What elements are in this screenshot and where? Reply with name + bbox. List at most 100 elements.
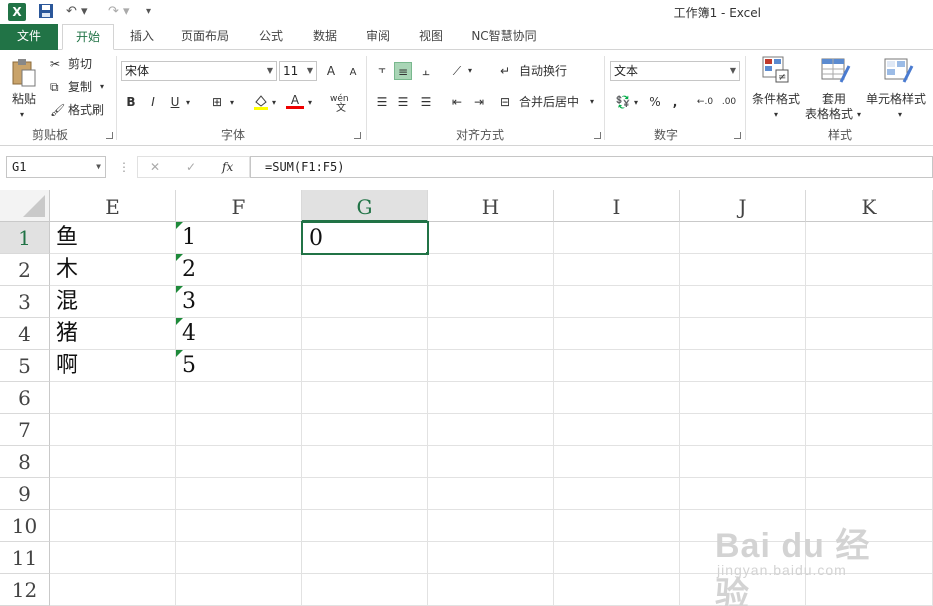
cell-i8[interactable] [554, 446, 680, 478]
cell-h8[interactable] [428, 446, 554, 478]
cell-h5[interactable] [428, 350, 554, 382]
cell-g10[interactable] [302, 510, 428, 542]
cell-g3[interactable] [302, 286, 428, 318]
cell-g12[interactable] [302, 574, 428, 606]
percent-button[interactable]: % [646, 93, 664, 111]
row-header-6[interactable]: 6 [0, 382, 50, 414]
font-color-dropdown-icon[interactable]: ▾ [308, 94, 312, 112]
alignment-launcher-icon[interactable] [594, 132, 601, 139]
cell-h4[interactable] [428, 318, 554, 350]
borders-icon[interactable]: ⊞ [208, 93, 226, 111]
currency-dropdown-icon[interactable]: ▾ [634, 94, 638, 112]
cell-g9[interactable] [302, 478, 428, 510]
fill-color-icon[interactable] [252, 93, 270, 111]
cell-f9[interactable] [176, 478, 302, 510]
tab-view[interactable]: 视图 [408, 24, 454, 50]
font-color-button[interactable]: A [286, 91, 304, 109]
cell-j2[interactable] [680, 254, 806, 286]
cell-e12[interactable] [50, 574, 176, 606]
conditional-format-icon[interactable]: ≠ [762, 56, 790, 89]
clipboard-launcher-icon[interactable] [106, 132, 113, 139]
cancel-icon[interactable]: ✕ [150, 158, 160, 176]
row-header-2[interactable]: 2 [0, 254, 50, 286]
underline-button[interactable]: U [166, 93, 184, 111]
cell-e5[interactable]: 啊 [50, 350, 176, 382]
cell-h1[interactable] [428, 222, 554, 254]
cell-e3[interactable]: 混 [50, 286, 176, 318]
number-format-combo[interactable]: 文本 ▼ [610, 61, 740, 81]
wrap-text-icon[interactable]: ↵ [500, 62, 510, 80]
cell-e8[interactable] [50, 446, 176, 478]
conditional-dropdown-icon[interactable]: ▾ [774, 106, 778, 124]
cell-e9[interactable] [50, 478, 176, 510]
tab-insert[interactable]: 插入 [118, 24, 166, 50]
cell-k3[interactable] [806, 286, 933, 318]
cell-i6[interactable] [554, 382, 680, 414]
enter-icon[interactable]: ✓ [186, 158, 196, 176]
column-header-g[interactable]: G [302, 190, 428, 222]
borders-dropdown-icon[interactable]: ▾ [230, 94, 234, 112]
align-top-icon[interactable]: ⫟ [373, 60, 391, 78]
orientation-dropdown-icon[interactable]: ▾ [468, 62, 472, 80]
copy-button[interactable]: 复制 [68, 78, 92, 96]
italic-button[interactable]: I [144, 93, 162, 111]
paste-icon[interactable] [10, 58, 38, 93]
row-header-5[interactable]: 5 [0, 350, 50, 382]
cell-j9[interactable] [680, 478, 806, 510]
merge-center-button[interactable]: 合并后居中 [519, 93, 579, 111]
cell-e7[interactable] [50, 414, 176, 446]
column-header-f[interactable]: F [176, 190, 302, 222]
cell-k7[interactable] [806, 414, 933, 446]
cell-f2[interactable]: 2 [176, 254, 302, 286]
cell-g1-active[interactable]: 0 [301, 221, 429, 255]
column-header-i[interactable]: I [554, 190, 680, 222]
cut-icon[interactable]: ✂ [50, 55, 60, 73]
cell-f6[interactable] [176, 382, 302, 414]
cell-styles-icon[interactable] [884, 56, 914, 89]
number-launcher-icon[interactable] [734, 132, 741, 139]
tab-formulas[interactable]: 公式 [248, 24, 294, 50]
format-as-table-button[interactable]: 表格格式 [805, 105, 853, 123]
row-header-7[interactable]: 7 [0, 414, 50, 446]
format-painter-icon[interactable]: 🖌 [50, 101, 65, 119]
row-header-4[interactable]: 4 [0, 318, 50, 350]
cell-j8[interactable] [680, 446, 806, 478]
select-all-button[interactable] [0, 190, 50, 222]
grow-font-button[interactable]: A [322, 62, 340, 80]
tab-home[interactable]: 开始 [62, 24, 114, 50]
phonetic-icon[interactable]: 文 [336, 100, 346, 118]
cell-g2[interactable] [302, 254, 428, 286]
column-header-j[interactable]: J [680, 190, 806, 222]
shrink-font-button[interactable]: A [344, 64, 362, 82]
tab-file[interactable]: 文件 [0, 24, 58, 50]
cell-i11[interactable] [554, 542, 680, 574]
row-header-8[interactable]: 8 [0, 446, 50, 478]
decrease-indent-icon[interactable]: ⇤ [448, 93, 466, 111]
cell-f3[interactable]: 3 [176, 286, 302, 318]
cell-k5[interactable] [806, 350, 933, 382]
fill-handle[interactable] [425, 251, 427, 253]
cell-f11[interactable] [176, 542, 302, 574]
align-center-icon[interactable]: ☰ [394, 93, 412, 111]
cell-i10[interactable] [554, 510, 680, 542]
format-as-table-icon[interactable] [821, 56, 851, 89]
cell-i7[interactable] [554, 414, 680, 446]
orientation-icon[interactable]: ⟋ [448, 62, 466, 80]
cell-g5[interactable] [302, 350, 428, 382]
cell-k6[interactable] [806, 382, 933, 414]
cell-f1[interactable]: 1 [176, 222, 302, 254]
merge-center-icon[interactable]: ⊟ [500, 93, 510, 111]
tab-page-layout[interactable]: 页面布局 [172, 24, 238, 50]
cell-e11[interactable] [50, 542, 176, 574]
name-box[interactable]: G1 ▼ [6, 156, 106, 178]
cell-f7[interactable] [176, 414, 302, 446]
insert-function-icon[interactable]: fx [222, 158, 233, 176]
cell-k4[interactable] [806, 318, 933, 350]
cell-k1[interactable] [806, 222, 933, 254]
cell-h12[interactable] [428, 574, 554, 606]
cell-j1[interactable] [680, 222, 806, 254]
row-header-3[interactable]: 3 [0, 286, 50, 318]
cell-e1[interactable]: 鱼 [50, 222, 176, 254]
column-header-e[interactable]: E [50, 190, 176, 222]
cell-j3[interactable] [680, 286, 806, 318]
